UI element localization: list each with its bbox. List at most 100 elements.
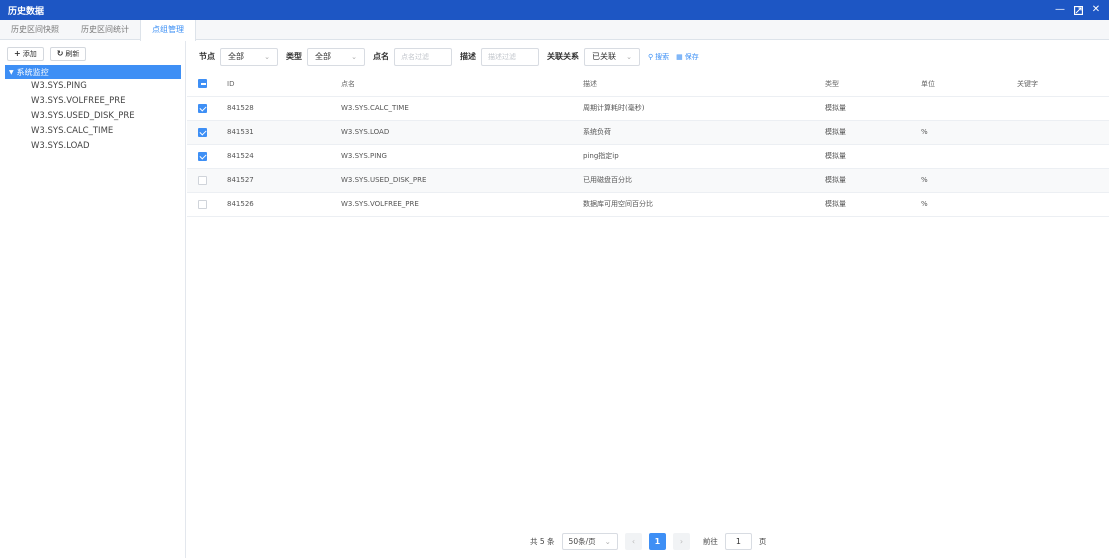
cell-keyword: [1011, 192, 1109, 217]
name-filter-label: 点名: [373, 52, 389, 61]
column-header: 点名: [335, 72, 577, 97]
cell-unit: [915, 96, 1011, 121]
maximize-icon[interactable]: [1073, 5, 1083, 15]
minimize-icon[interactable]: —: [1055, 5, 1065, 15]
chevron-down-icon: ⌄: [604, 536, 611, 546]
tab-bar: 历史区间快照 历史区间统计 点组管理: [0, 20, 1109, 41]
cell-desc: ping指定ip: [577, 144, 819, 169]
select-all-cell: [187, 72, 221, 97]
page-size-value: 50条/页: [568, 536, 596, 546]
table-row[interactable]: 841528 W3.SYS.CALC_TIME 周期计算耗时(毫秒) 模拟量: [187, 96, 1109, 121]
add-button[interactable]: + 添加: [7, 47, 44, 61]
cell-type: 模拟量: [819, 144, 915, 169]
refresh-button[interactable]: ↻ 刷新: [49, 47, 87, 61]
page-size-select[interactable]: 50条/页 ⌄: [561, 532, 618, 550]
tree-root-system-monitor[interactable]: ▼ 系统监控: [5, 65, 181, 79]
row-select-cell: [187, 96, 221, 121]
row-checkbox[interactable]: [198, 127, 207, 137]
tree-item[interactable]: W3.SYS.LOAD: [0, 139, 185, 154]
goto-label: 前往: [702, 536, 718, 546]
cell-type: 模拟量: [819, 120, 915, 145]
table-row[interactable]: 841531 W3.SYS.LOAD 系统负荷 模拟量%: [187, 120, 1109, 145]
cell-unit: [915, 144, 1011, 169]
sidebar: + 添加 ↻ 刷新 ▼ 系统监控 W3.SYS.PING W3.SYS.VOLF…: [0, 41, 186, 558]
save-icon: ▦: [676, 52, 683, 61]
prev-page-button[interactable]: ‹: [624, 532, 642, 550]
cell-unit: %: [915, 192, 1011, 217]
column-header: 类型: [819, 72, 915, 97]
row-checkbox[interactable]: [198, 103, 207, 113]
cell-keyword: [1011, 120, 1109, 145]
window-controls: — ✕: [1055, 5, 1101, 15]
row-checkbox[interactable]: [198, 151, 207, 161]
cell-unit: %: [915, 120, 1011, 145]
cell-desc: 已用磁盘百分比: [577, 168, 819, 193]
close-icon[interactable]: ✕: [1091, 5, 1101, 15]
tree-item[interactable]: W3.SYS.PING: [0, 79, 185, 94]
search-button[interactable]: ⚲ 搜索: [648, 52, 669, 62]
type-select-value: 全部: [315, 52, 331, 61]
save-button[interactable]: ▦ 保存: [676, 52, 699, 62]
tree-item[interactable]: W3.SYS.VOLFREE_PRE: [0, 94, 185, 109]
select-all-checkbox[interactable]: [198, 79, 207, 89]
table-row[interactable]: 841527 W3.SYS.USED_DISK_PRE 已用磁盘百分比 模拟量%: [187, 168, 1109, 193]
column-header: 关键字: [1011, 72, 1109, 97]
goto-page-input[interactable]: [724, 532, 752, 550]
tab-point-group[interactable]: 点组管理: [140, 20, 196, 41]
name-filter-input[interactable]: [394, 47, 452, 66]
window-title: 历史数据: [8, 6, 45, 17]
window-titlebar: 历史数据 — ✕: [0, 0, 1109, 20]
table-header-row: ID 点名 描述 类型 单位 关键字: [187, 72, 1109, 97]
sidebar-toolbar: + 添加 ↻ 刷新: [0, 41, 185, 65]
cell-desc: 周期计算耗时(毫秒): [577, 96, 819, 121]
cell-keyword: [1011, 96, 1109, 121]
table-body: 841528 W3.SYS.CALC_TIME 周期计算耗时(毫秒) 模拟量 84153…: [187, 96, 1109, 217]
cell-id: 841524: [221, 144, 335, 169]
column-header: 单位: [915, 72, 1011, 97]
cell-desc: 数据库可用空间百分比: [577, 192, 819, 217]
relation-select[interactable]: 已关联 ⌄: [584, 47, 640, 66]
type-select[interactable]: 全部 ⌄: [307, 47, 365, 66]
cell-keyword: [1011, 144, 1109, 169]
row-select-cell: [187, 192, 221, 217]
cell-type: 模拟量: [819, 192, 915, 217]
relation-filter-label: 关联关系: [547, 52, 579, 61]
node-select[interactable]: 全部 ⌄: [220, 47, 278, 66]
save-button-label: 保存: [684, 52, 699, 61]
row-select-cell: [187, 168, 221, 193]
tab-history-snapshot[interactable]: 历史区间快照: [0, 20, 70, 39]
row-checkbox[interactable]: [198, 175, 207, 185]
cell-name: W3.SYS.CALC_TIME: [335, 96, 577, 121]
points-table: ID 点名 描述 类型 单位 关键字 841528 W3.SYS.CALC_TIM…: [187, 72, 1109, 217]
cell-name: W3.SYS.VOLFREE_PRE: [335, 192, 577, 217]
chevron-down-icon: ⌄: [351, 52, 357, 61]
total-count: 共 5 条: [530, 536, 555, 546]
tab-history-stats[interactable]: 历史区间统计: [70, 20, 140, 39]
relation-select-value: 已关联: [592, 52, 616, 61]
page-suffix: 页: [758, 536, 767, 546]
type-filter-label: 类型: [286, 52, 302, 61]
cell-id: 841527: [221, 168, 335, 193]
tree-item[interactable]: W3.SYS.USED_DISK_PRE: [0, 109, 185, 124]
table-row[interactable]: 841526 W3.SYS.VOLFREE_PRE 数据库可用空间百分比 模拟量%: [187, 192, 1109, 217]
tree-root-label: 系统监控: [16, 67, 49, 77]
cell-type: 模拟量: [819, 168, 915, 193]
search-button-label: 搜索: [655, 52, 670, 61]
desc-filter-input[interactable]: [481, 47, 539, 66]
tree-item[interactable]: W3.SYS.CALC_TIME: [0, 124, 185, 139]
table-row[interactable]: 841524 W3.SYS.PING ping指定ip 模拟量: [187, 144, 1109, 169]
search-icon: ⚲: [648, 52, 654, 61]
desc-filter-label: 描述: [460, 52, 476, 61]
chevron-down-icon: ⌄: [626, 52, 632, 61]
main-panel: 节点 全部 ⌄ 类型 全部 ⌄ 点名 描述 关联关系 已关联 ⌄ ⚲ 搜索 ▦ …: [187, 41, 1109, 558]
current-page-button[interactable]: 1: [648, 532, 666, 550]
refresh-button-label: 刷新: [65, 50, 80, 58]
filter-bar: 节点 全部 ⌄ 类型 全部 ⌄ 点名 描述 关联关系 已关联 ⌄ ⚲ 搜索 ▦ …: [187, 41, 1109, 72]
row-checkbox[interactable]: [198, 199, 207, 209]
caret-down-icon[interactable]: ▼: [9, 69, 14, 76]
column-header: ID: [221, 72, 335, 97]
next-page-button[interactable]: ›: [672, 532, 690, 550]
cell-name: W3.SYS.LOAD: [335, 120, 577, 145]
pagination: 共 5 条 50条/页 ⌄ ‹ 1 › 前往 页: [530, 532, 766, 550]
row-select-cell: [187, 120, 221, 145]
